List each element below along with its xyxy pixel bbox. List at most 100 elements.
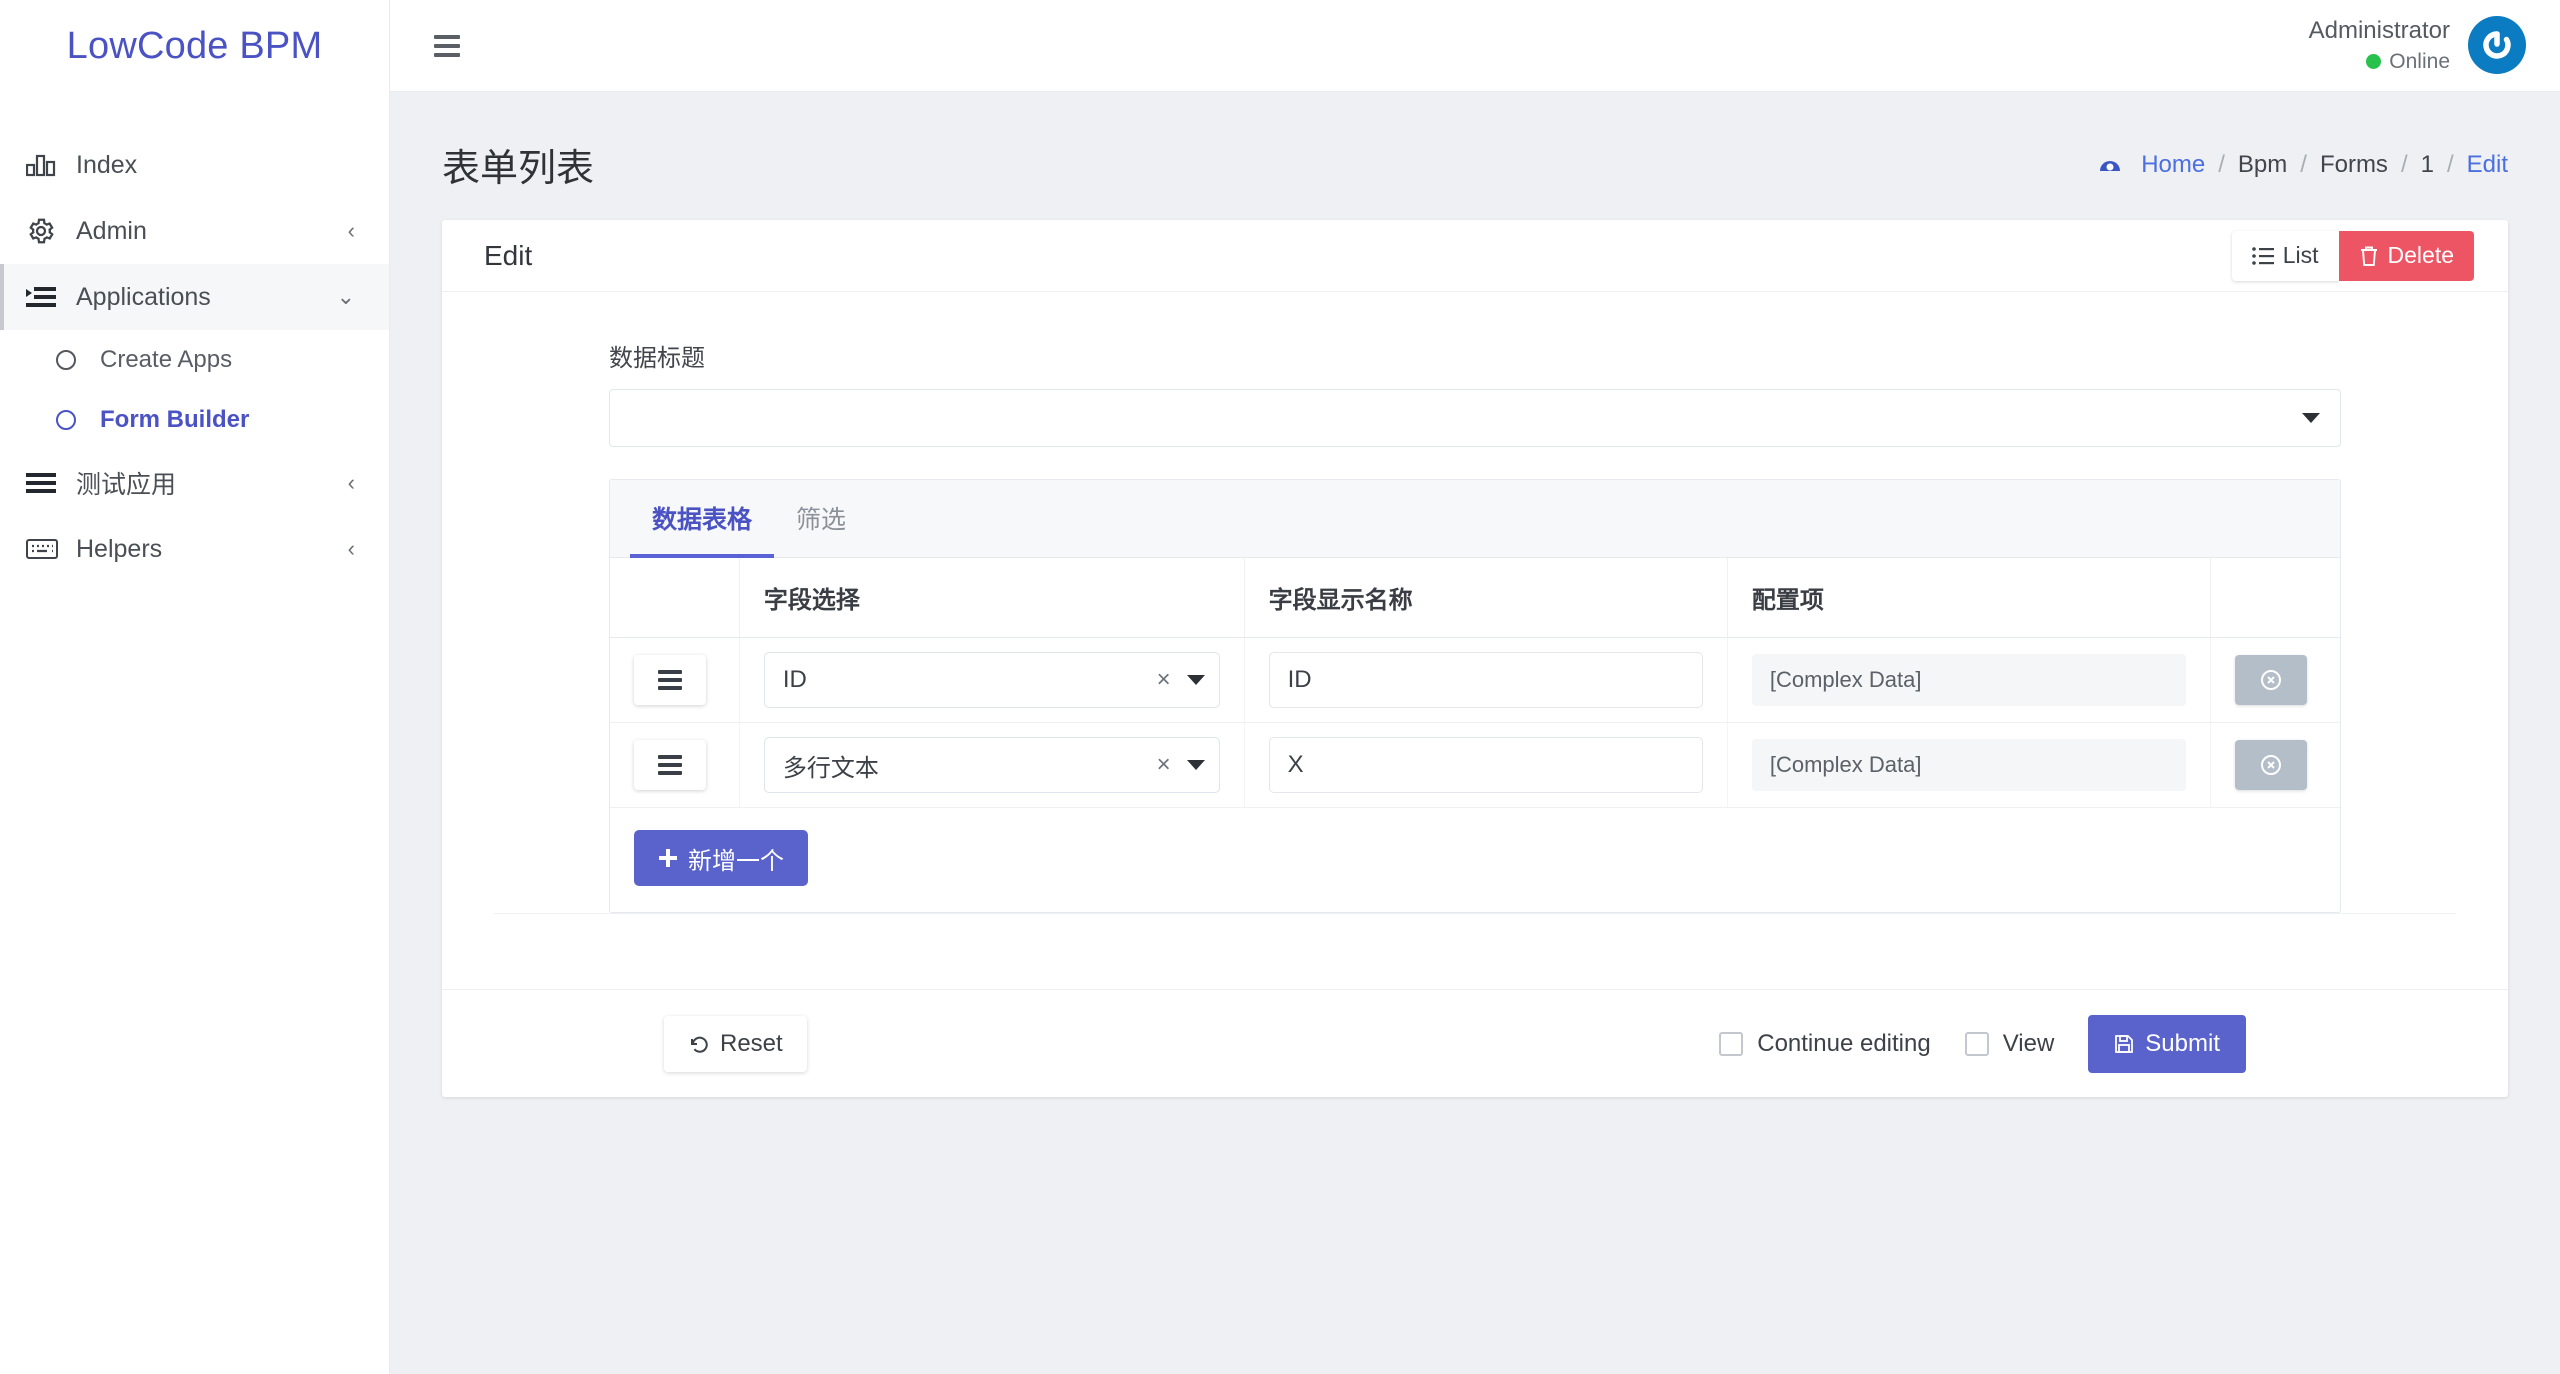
data-title-select-row	[494, 389, 2456, 447]
chevron-left-icon: ‹	[348, 472, 355, 494]
list-button[interactable]: List	[2232, 231, 2339, 281]
sidebar-subitem-label: Create Apps	[100, 346, 232, 374]
view-checkbox[interactable]: View	[1965, 1030, 2055, 1058]
display-name-input-0[interactable]	[1269, 652, 1703, 708]
footer-right: Continue editing View Submit	[1719, 1015, 2456, 1073]
field-select-0[interactable]: ID ×	[764, 652, 1220, 708]
tab-data-table[interactable]: 数据表格	[630, 500, 774, 558]
sidebar-item-label: Applications	[72, 283, 337, 312]
cell-handle	[610, 723, 739, 808]
field-select-value: 多行文本	[783, 748, 1157, 783]
cell-delete	[2211, 723, 2340, 808]
sidebar-item-create-apps[interactable]: Create Apps	[0, 330, 389, 390]
user-text: Administrator Online	[2309, 15, 2450, 76]
list-icon	[2252, 247, 2274, 265]
config-value-1[interactable]: [Complex Data]	[1752, 739, 2186, 791]
drag-handle-icon[interactable]	[634, 740, 706, 790]
fields-table: 字段选择 字段显示名称 配置项	[610, 558, 2340, 808]
sidebar-item-label: Index	[72, 151, 355, 180]
breadcrumb-bpm: Bpm	[2238, 151, 2287, 179]
clear-icon[interactable]: ×	[1157, 751, 1171, 779]
page-title: 表单列表	[442, 137, 594, 192]
reset-button-label: Reset	[720, 1030, 783, 1058]
circle-x-icon	[2259, 668, 2283, 692]
cell-delete	[2211, 638, 2340, 723]
add-row-area: 新增一个	[610, 808, 2340, 912]
card-header: Edit List Delete	[442, 220, 2508, 292]
cell-display-name	[1244, 723, 1727, 808]
display-name-input-1[interactable]	[1269, 737, 1703, 793]
chevron-down-icon: ⌄	[337, 286, 355, 308]
card-actions: List Delete	[2232, 231, 2474, 281]
th-display-name: 字段显示名称	[1244, 558, 1727, 638]
row-delete-button-1[interactable]	[2235, 740, 2307, 790]
th-handle	[610, 558, 739, 638]
plus-icon	[658, 848, 678, 868]
caret-down-icon	[1187, 760, 1205, 770]
sidebar-item-label: 测试应用	[72, 465, 348, 501]
sidebar-item-applications[interactable]: Applications ⌄	[0, 264, 389, 330]
card-footer: Reset Continue editing View	[442, 989, 2508, 1097]
sidebar-item-helpers[interactable]: Helpers ‹	[0, 516, 389, 582]
breadcrumb-separator: /	[2447, 151, 2454, 179]
cell-handle	[610, 638, 739, 723]
sidebar-item-form-builder[interactable]: Form Builder	[0, 390, 389, 450]
checkbox-box[interactable]	[1719, 1032, 1743, 1056]
brand-logo[interactable]: LowCode BPM	[0, 0, 389, 92]
tab-bar: 数据表格 筛选	[610, 480, 2340, 558]
delete-button[interactable]: Delete	[2339, 231, 2474, 281]
field-select-1[interactable]: 多行文本 ×	[764, 737, 1220, 793]
row-delete-button-0[interactable]	[2235, 655, 2307, 705]
clear-icon[interactable]: ×	[1157, 666, 1171, 694]
table-header-row: 字段选择 字段显示名称 配置项	[610, 558, 2340, 638]
app-root: LowCode BPM Index Admin ‹ Ap	[0, 0, 2560, 1374]
online-dot-icon	[2366, 54, 2381, 69]
avatar[interactable]	[2468, 16, 2526, 74]
card-title: Edit	[484, 240, 532, 272]
th-config: 配置项	[1727, 558, 2210, 638]
chart-bar-icon	[26, 152, 72, 178]
sidebar-item-index[interactable]: Index	[0, 132, 389, 198]
sidebar-item-test-app[interactable]: 测试应用 ‹	[0, 450, 389, 516]
breadcrumb: Home / Bpm / Forms / 1 / Edit	[2098, 151, 2508, 179]
data-title-select[interactable]	[609, 389, 2341, 447]
continue-editing-label: Continue editing	[1757, 1030, 1930, 1058]
hamburger-icon[interactable]	[430, 27, 464, 65]
sidebar-item-label: Admin	[72, 217, 348, 246]
config-value-0[interactable]: [Complex Data]	[1752, 654, 2186, 706]
tab-filter[interactable]: 筛选	[774, 500, 868, 558]
checkbox-box[interactable]	[1965, 1032, 1989, 1056]
add-row-button[interactable]: 新增一个	[634, 830, 808, 886]
sidebar-item-label: Helpers	[72, 535, 348, 564]
breadcrumb-edit[interactable]: Edit	[2467, 151, 2508, 179]
undo-icon	[688, 1033, 710, 1055]
card-body: 数据标题 数据表格 筛选	[442, 292, 2508, 1097]
th-delete	[2211, 558, 2340, 638]
panel-footer-spacer	[494, 913, 2456, 955]
chevron-left-icon: ‹	[348, 220, 355, 242]
breadcrumb-separator: /	[2401, 151, 2408, 179]
drag-handle-icon[interactable]	[634, 655, 706, 705]
breadcrumb-home[interactable]: Home	[2141, 151, 2205, 179]
submit-button[interactable]: Submit	[2088, 1015, 2246, 1073]
sidebar-subitem-label: Form Builder	[100, 406, 249, 434]
sidebar-item-admin[interactable]: Admin ‹	[0, 198, 389, 264]
add-row-button-label: 新增一个	[688, 841, 784, 876]
form-area: 数据标题 数据表格 筛选	[442, 338, 2508, 955]
keyboard-icon	[26, 538, 72, 560]
chevron-left-icon: ‹	[348, 538, 355, 560]
user-name: Administrator	[2309, 15, 2450, 47]
cell-field-select: ID ×	[739, 638, 1244, 723]
footer-left: Reset	[494, 1016, 807, 1072]
tabs-panel: 数据表格 筛选 字段选择 字段显示名称 配置项	[609, 479, 2341, 913]
reset-button[interactable]: Reset	[664, 1016, 807, 1072]
cell-config: [Complex Data]	[1727, 638, 2210, 723]
cell-config: [Complex Data]	[1727, 723, 2210, 808]
user-box[interactable]: Administrator Online	[2309, 15, 2526, 76]
bars-icon	[26, 472, 72, 494]
power-icon	[2477, 25, 2517, 65]
list-button-label: List	[2283, 242, 2319, 269]
circle-icon	[56, 410, 76, 430]
continue-editing-checkbox[interactable]: Continue editing	[1719, 1030, 1930, 1058]
sidebar-nav: Index Admin ‹ Applications ⌄ Create App	[0, 92, 389, 582]
